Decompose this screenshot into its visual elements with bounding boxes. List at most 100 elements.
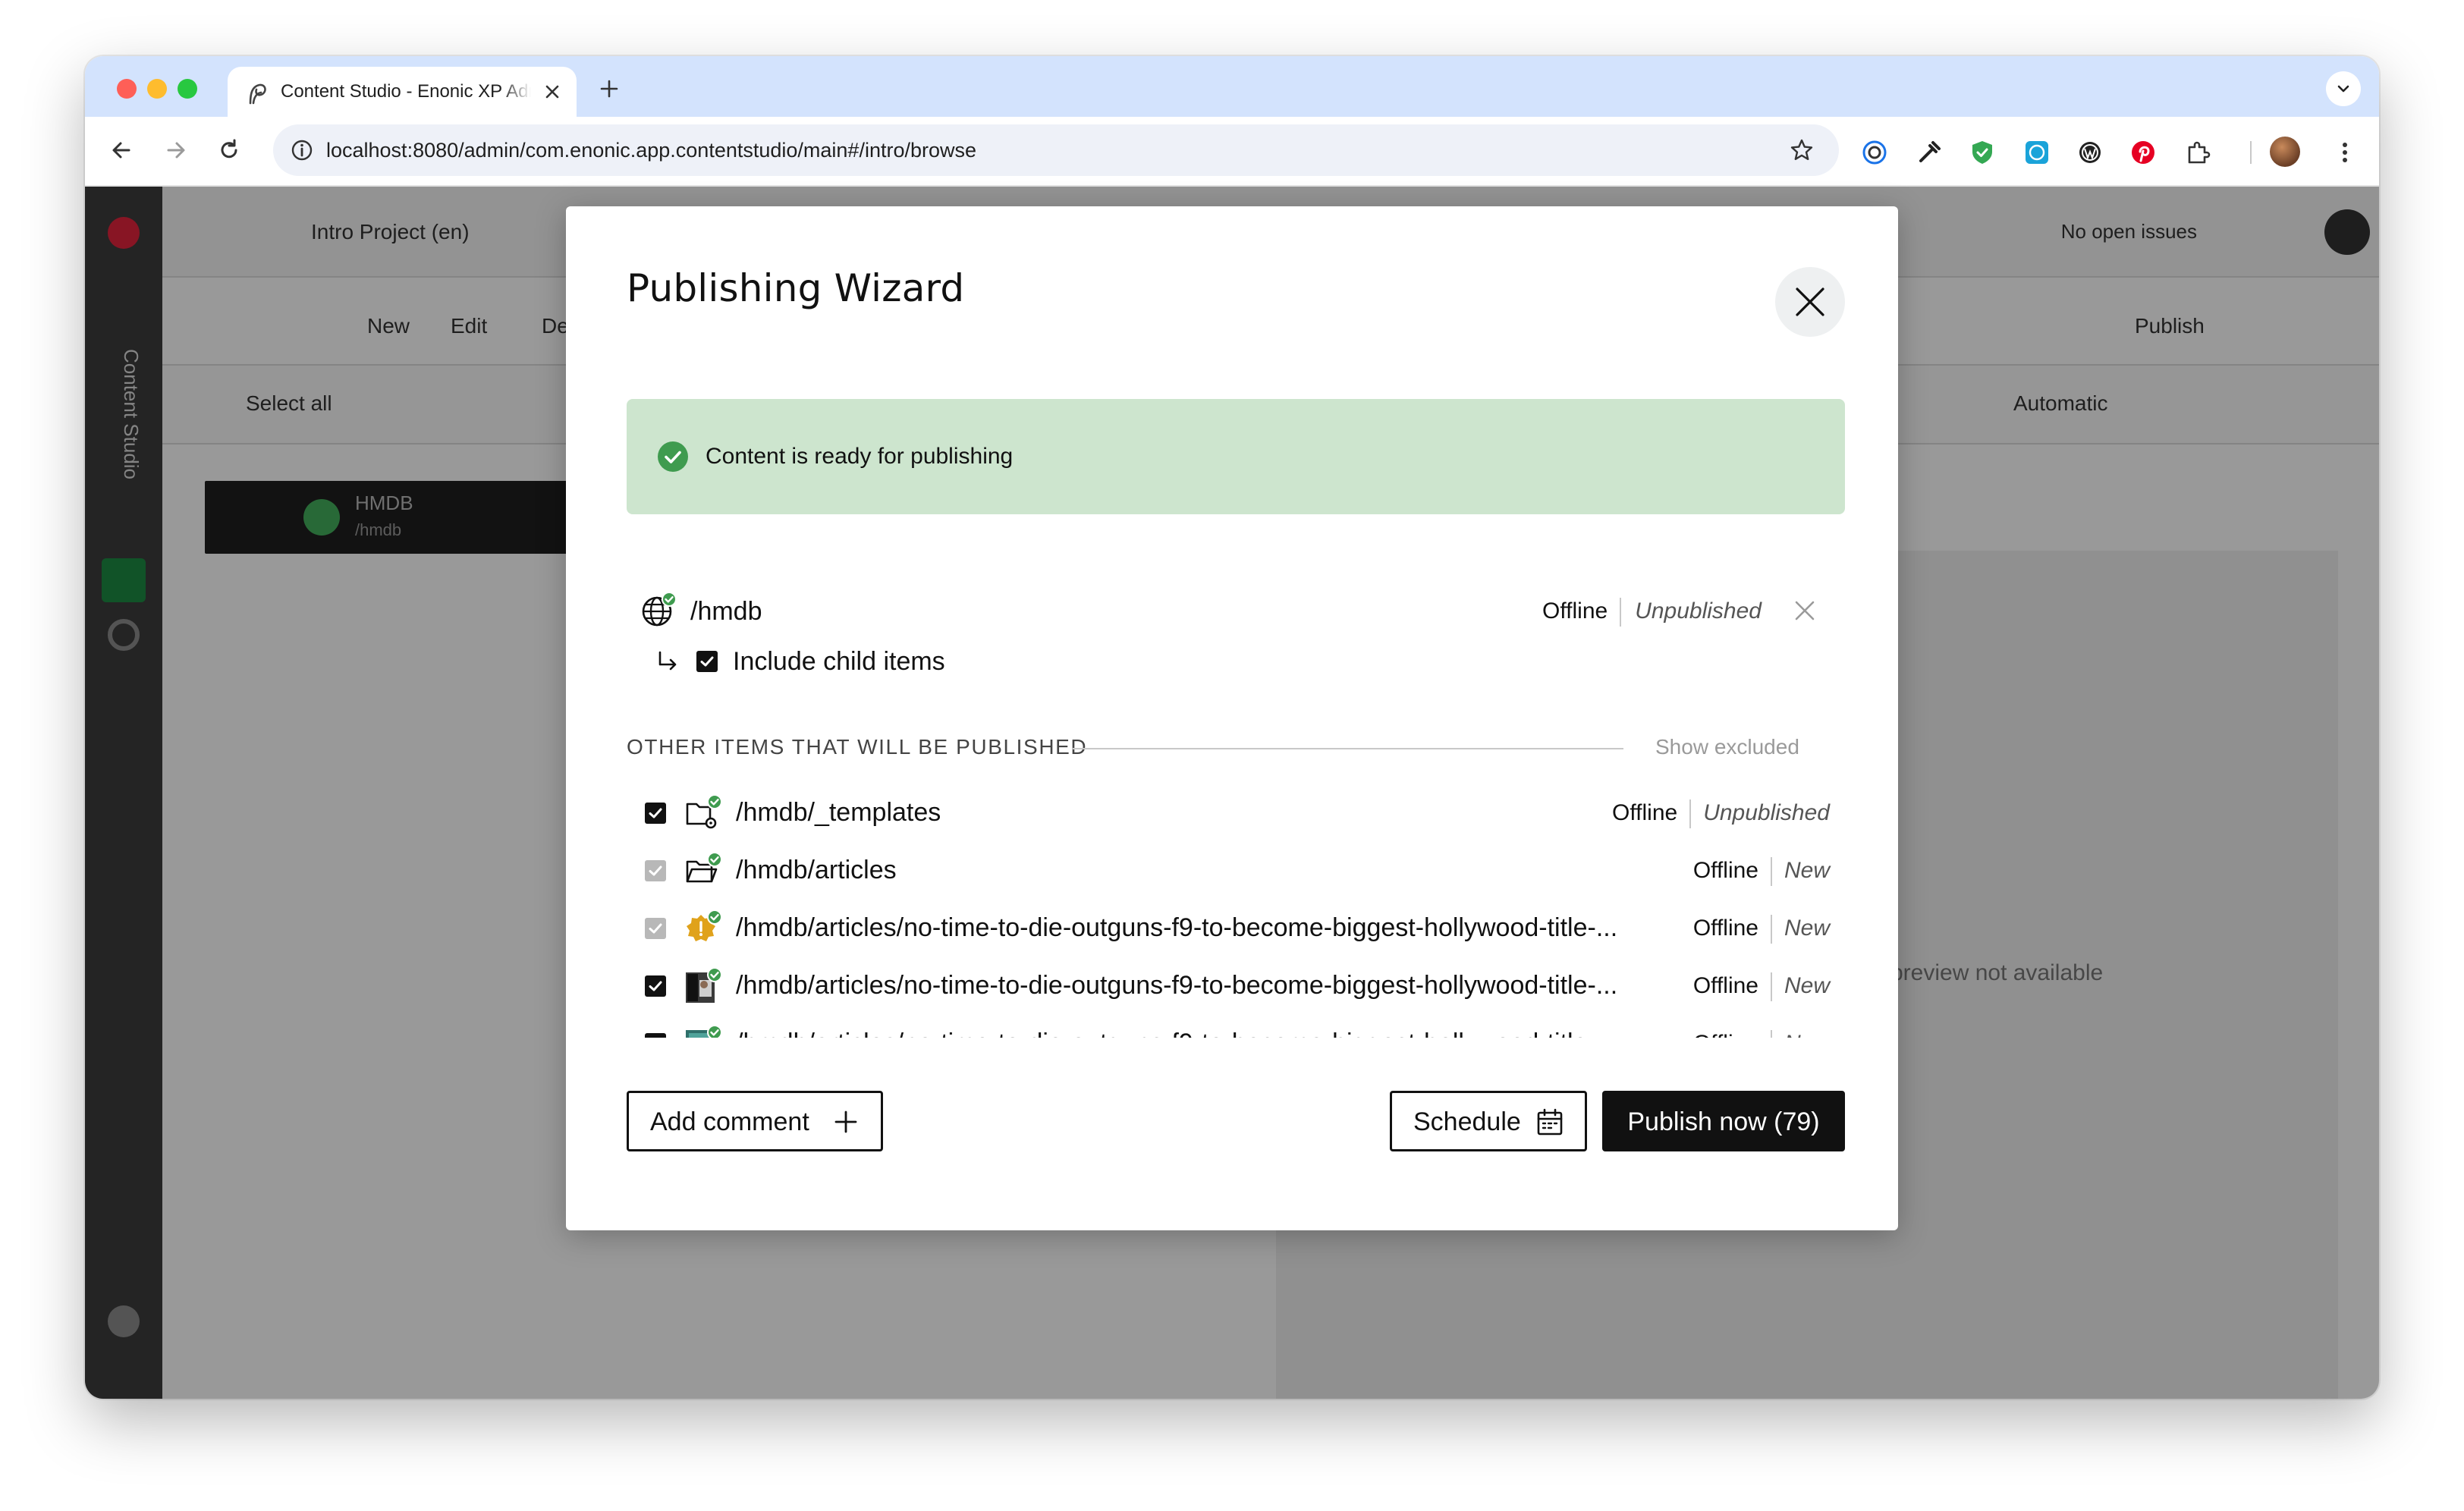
status-divider [1770, 915, 1772, 944]
item-checkbox[interactable] [645, 803, 666, 824]
new-tab-icon[interactable] [598, 77, 621, 100]
list-item: /hmdb/articles/no-time-to-die-outguns-f9… [627, 957, 1845, 1015]
checkmark-icon [649, 923, 662, 934]
browser-window: Content Studio - Enonic XP Admin localho… [85, 56, 2379, 1399]
publish-status: New [1784, 1031, 1830, 1038]
image-thumbnail-icon [686, 967, 722, 1003]
checkmark-icon [647, 1035, 664, 1038]
browser-toolbar: localhost:8080/admin/com.enonic.app.cont… [85, 117, 2379, 187]
remove-item-icon[interactable] [1792, 598, 1818, 624]
globe-extension-icon[interactable] [2022, 138, 2051, 167]
include-children-label[interactable]: Include child items [733, 646, 945, 677]
pinterest-extension-icon[interactable] [2129, 138, 2158, 167]
publishing-wizard-dialog: Publishing Wizard Content is ready for p… [566, 206, 1898, 1230]
browser-menu-icon[interactable] [2334, 138, 2356, 167]
publish-status: New [1784, 858, 1830, 883]
warning-badge-icon [687, 909, 722, 941]
checkmark-icon [700, 656, 714, 667]
close-icon [1796, 287, 1824, 316]
item-path[interactable]: /hmdb/_templates [736, 796, 1628, 828]
dialog-title: Publishing Wizard [627, 266, 965, 310]
calendar-icon [1537, 1108, 1563, 1136]
status-divider [1770, 857, 1772, 887]
item-path[interactable]: /hmdb/articles/no-time-to-die-outguns-f9… [736, 969, 1628, 1001]
publish-now-label: Publish now (79) [1627, 1107, 1820, 1136]
dependants-header: OTHER ITEMS THAT WILL BE PUBLISHED Show … [627, 728, 1845, 766]
tab-search-button[interactable] [2326, 71, 2361, 106]
site-globe-icon [642, 592, 677, 627]
checkmark-icon [649, 981, 662, 991]
profile-avatar[interactable] [2270, 137, 2300, 167]
folder-icon [686, 852, 722, 883]
online-status: Offline [1692, 858, 1758, 883]
item-status: Offline New [1693, 915, 1830, 944]
list-item: /hmdb/articles Offline New [627, 842, 1845, 900]
main-item-status: Offline Unpublished [1542, 598, 1762, 627]
item-path[interactable]: /hmdb/articles [736, 854, 1628, 886]
image-thumbnail-icon [686, 1025, 722, 1038]
publish-status: New [1784, 916, 1830, 941]
item-status: Offline Unpublished [1612, 799, 1830, 829]
toolbar-divider [2250, 141, 2252, 164]
status-divider [1770, 972, 1772, 1002]
enonic-favicon-icon [249, 83, 266, 105]
tab-strip: Content Studio - Enonic XP Admin [85, 56, 2379, 117]
item-checkbox-disabled [645, 918, 666, 939]
status-message: Content is ready for publishing [706, 444, 1014, 469]
dialog-close-button[interactable] [1775, 267, 1845, 337]
eyedropper-extension-icon[interactable] [1915, 138, 1944, 167]
check-circle-icon [658, 441, 688, 472]
forward-arrow-icon[interactable] [161, 135, 191, 165]
online-status: Offline [1542, 598, 1608, 624]
add-comment-button[interactable]: Add comment [627, 1091, 883, 1151]
item-path[interactable]: /hmdb/articles/no-time-to-die-outguns-f9… [736, 912, 1628, 944]
address-bar[interactable]: localhost:8080/admin/com.enonic.app.cont… [273, 124, 1839, 176]
extensions-puzzle-icon[interactable] [2183, 138, 2212, 167]
status-divider [1620, 598, 1622, 627]
online-status: Offline [1693, 1031, 1758, 1038]
list-item: /hmdb/articles/no-time-to-die-outguns-f9… [627, 900, 1845, 957]
publish-status: Unpublished [1703, 800, 1830, 825]
item-path[interactable]: /hmdb/articles/no-time-to-die-outguns-f9… [736, 1027, 1628, 1038]
templates-folder-icon [686, 794, 722, 829]
reload-icon[interactable] [214, 135, 244, 165]
item-status: Offline New [1693, 1030, 1830, 1038]
item-checkbox-disabled [645, 860, 666, 881]
tab-close-icon[interactable] [542, 81, 563, 102]
add-comment-label: Add comment [650, 1107, 809, 1136]
chevron-down-icon [2337, 85, 2349, 93]
main-item-path[interactable]: /hmdb [690, 596, 762, 627]
child-arrow-icon [658, 651, 677, 671]
item-checkbox[interactable] [645, 1033, 666, 1038]
item-status: Offline New [1693, 972, 1830, 1002]
publish-status: Unpublished [1635, 598, 1762, 624]
tab-title: Content Studio - Enonic XP Admin [281, 81, 531, 102]
browser-tab-active[interactable]: Content Studio - Enonic XP Admin [228, 67, 577, 117]
publish-now-button[interactable]: Publish now (79) [1602, 1091, 1845, 1151]
back-arrow-icon[interactable] [106, 135, 137, 165]
list-item: /hmdb/_templates Offline Unpublished [627, 784, 1845, 842]
bookmark-star-icon[interactable] [1789, 137, 1815, 163]
shield-extension-icon[interactable] [1968, 138, 1997, 167]
publish-status: New [1784, 973, 1830, 998]
wordpress-extension-icon[interactable] [2076, 138, 2104, 167]
window-zoom-dot[interactable] [178, 79, 197, 99]
status-divider [1689, 799, 1692, 829]
site-info-icon[interactable] [290, 138, 314, 162]
window-close-dot[interactable] [117, 79, 137, 99]
password-manager-extension-icon[interactable] [1860, 138, 1889, 167]
checkmark-icon [649, 865, 662, 876]
section-divider [1073, 748, 1623, 749]
include-children-checkbox[interactable] [696, 651, 718, 672]
dependants-title: OTHER ITEMS THAT WILL BE PUBLISHED [627, 735, 1088, 759]
plus-icon [834, 1110, 857, 1133]
item-status: Offline New [1692, 857, 1830, 887]
url-text: localhost:8080/admin/com.enonic.app.cont… [326, 139, 977, 162]
status-banner: Content is ready for publishing [627, 399, 1845, 514]
list-item: /hmdb/articles/no-time-to-die-outguns-f9… [627, 1015, 1845, 1038]
item-checkbox[interactable] [645, 975, 666, 997]
window-minimize-dot[interactable] [147, 79, 167, 99]
show-excluded-link[interactable]: Show excluded [1655, 734, 1799, 760]
online-status: Offline [1612, 800, 1678, 825]
schedule-button[interactable]: Schedule [1390, 1091, 1587, 1151]
